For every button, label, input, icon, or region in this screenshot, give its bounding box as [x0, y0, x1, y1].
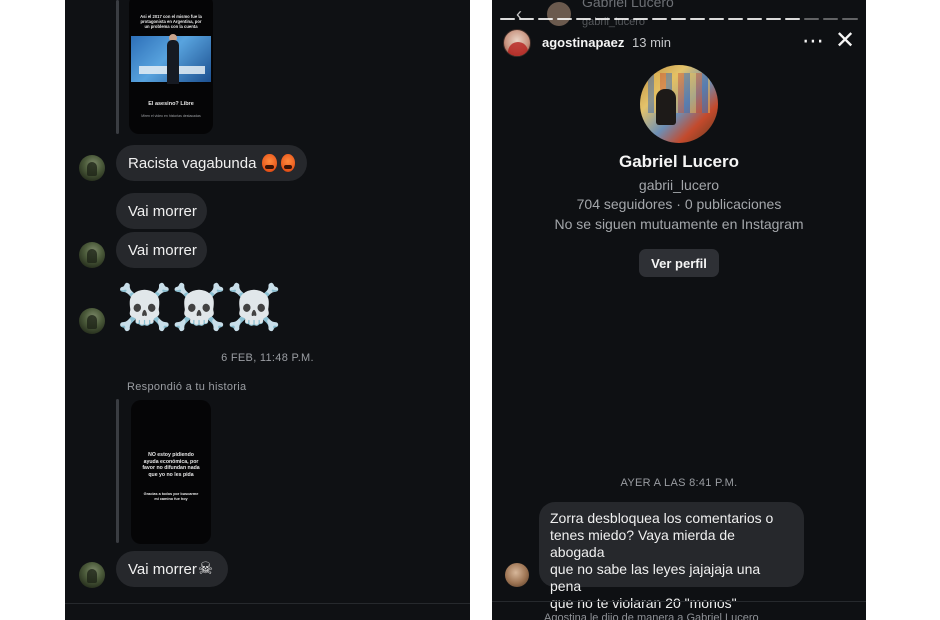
story-progress-segment: [747, 18, 762, 20]
angry-face-emoji-icon: [280, 154, 295, 172]
story-time-ago: 13 min: [632, 35, 672, 50]
story-image-person: [167, 40, 179, 84]
story-progress-segment: [595, 18, 610, 20]
message-text: Racista vagabunda: [128, 154, 257, 172]
message-text: Vai morrer: [128, 202, 197, 220]
close-icon[interactable]: ✕: [835, 28, 855, 54]
message-text: Vai morrer: [128, 560, 197, 578]
story-thumbnail[interactable]: NO estoy pidiendo ayuda económica, por f…: [131, 400, 211, 544]
story-caption-top: Asi el 2017 con el mismo fue la protagon…: [140, 14, 202, 30]
sender-avatar[interactable]: [79, 308, 105, 334]
skull-emoji-message[interactable]: ☠️☠️☠️: [117, 284, 281, 332]
story-author-avatar[interactable]: [503, 29, 531, 57]
story-progress-segment: [652, 18, 667, 20]
sender-avatar[interactable]: [505, 563, 529, 587]
angry-face-emoji-icon: [262, 154, 277, 172]
reply-indicator-bar: [116, 399, 119, 543]
story-progress-segment: [633, 18, 648, 20]
profile-username: gabrii_lucero: [638, 177, 720, 193]
dm-conversation-panel: Asi el 2017 con el mismo fue la protagon…: [65, 0, 470, 620]
message-timestamp: 6 FEB, 11:48 P.M.: [221, 352, 314, 364]
story-caption-bottom: Gracias a todos por buscarme mi camino f…: [143, 492, 199, 501]
sender-avatar[interactable]: [79, 242, 105, 268]
story-author-username[interactable]: agostinapaez: [542, 35, 624, 50]
story-progress-segment: [576, 18, 591, 20]
view-profile-button[interactable]: Ver perfil: [639, 249, 719, 277]
ghost-header-name: Gabriel Lucero: [582, 0, 674, 10]
message-timestamp: AYER A LAS 8:41 P.M.: [620, 477, 738, 489]
message-text: Vai morrer: [128, 241, 197, 259]
message-bubble[interactable]: Vai morrer: [116, 193, 207, 229]
composer-divider: [492, 601, 866, 602]
message-bubble[interactable]: Zorra desbloquea los comentarios o tenes…: [539, 502, 804, 611]
message-bubble[interactable]: Racista vagabunda: [116, 145, 307, 181]
sender-avatar[interactable]: [79, 562, 105, 588]
reply-indicator-bar: [116, 0, 119, 134]
story-progress-segment: [709, 18, 724, 20]
story-progress-segment: [804, 18, 819, 20]
sender-avatar[interactable]: [79, 155, 105, 181]
composer-divider: [65, 603, 470, 604]
story-progress-segment: [519, 18, 534, 20]
story-progress-segment: [728, 18, 743, 20]
story-progress-segment: [500, 18, 515, 20]
more-options-icon[interactable]: ⋯: [802, 28, 825, 54]
story-progress-segment: [842, 18, 858, 20]
story-thumbnail[interactable]: Asi el 2017 con el mismo fue la protagon…: [129, 0, 213, 134]
story-progress-segment: [671, 18, 686, 20]
profile-full-name: Gabriel Lucero: [619, 152, 739, 171]
story-progress-segment: [557, 18, 572, 20]
story-caption-bottom: Miren el video en historias destacadas: [141, 114, 201, 118]
story-progress-segment: [690, 18, 705, 20]
story-viewer-panel: Gabriel Lucero gabrii_lucero ‹ agostinap…: [492, 0, 866, 620]
story-progress-segment: [614, 18, 629, 20]
story-progress-segment: [823, 18, 838, 20]
profile-stats: 704 seguidores · 0 publicaciones: [576, 196, 782, 212]
message-bubble[interactable]: Vai morrer ☠: [116, 551, 228, 587]
profile-picture[interactable]: [640, 65, 718, 143]
story-progress-segment: [538, 18, 553, 20]
footer-partial-text: Agostina le dijo de manera a Gabriel Luc…: [544, 612, 759, 620]
story-caption-top: NO estoy pidiendo ayuda económica, por f…: [142, 452, 200, 478]
profile-mutual-status: No se siguen mutuamente en Instagram: [554, 216, 804, 232]
story-progress-segment: [766, 18, 781, 20]
replied-to-story-label: Respondió a tu historia: [127, 381, 247, 393]
story-caption-middle: El asesino? Libre: [148, 101, 194, 107]
message-bubble[interactable]: Vai morrer: [116, 232, 207, 268]
back-chevron-icon[interactable]: ‹: [516, 4, 522, 25]
story-progress-segment: [785, 18, 800, 20]
skull-emoji-icon: ☠: [197, 558, 214, 579]
ghost-header-avatar: [547, 2, 571, 26]
